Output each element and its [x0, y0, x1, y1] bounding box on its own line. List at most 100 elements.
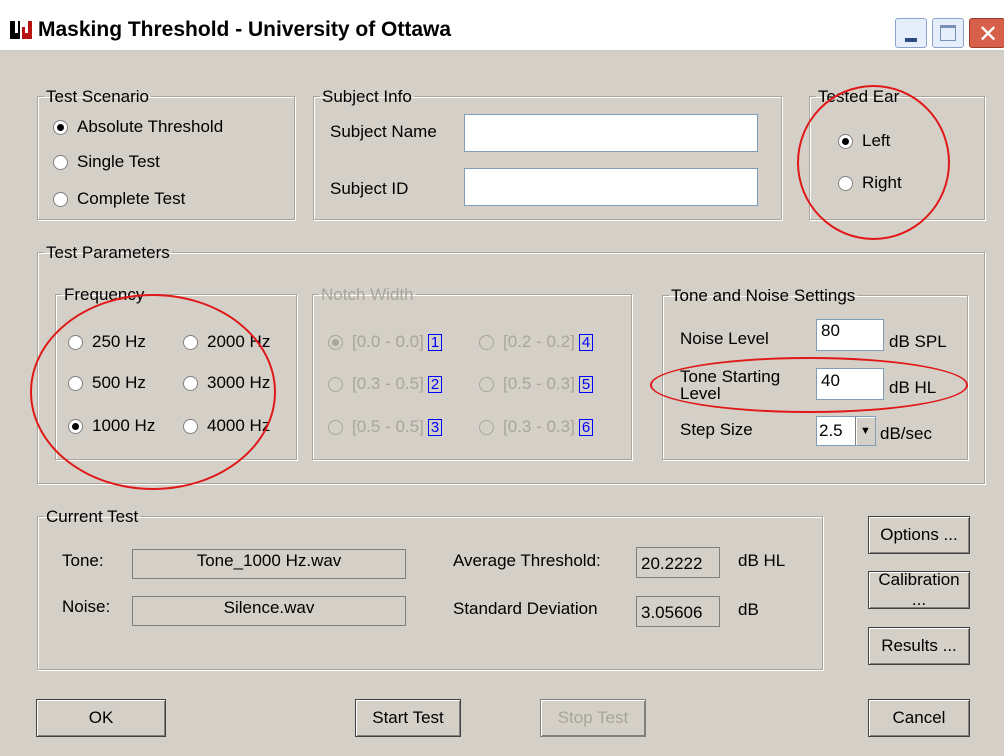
- radio-freq-250[interactable]: 250 Hz: [68, 332, 146, 352]
- radio-label: Right: [862, 173, 902, 192]
- average-threshold-value: 20.2222: [636, 547, 720, 578]
- title-bar[interactable]: Masking Threshold - University of Ottawa…: [0, 0, 1004, 51]
- standard-deviation-label: Standard Deviation: [453, 599, 598, 618]
- radio-notch-6[interactable]: [0.3 - 0.3] 6: [479, 417, 594, 437]
- average-threshold-unit: dB HL: [738, 551, 786, 570]
- radio-notch-5[interactable]: [0.5 - 0.3] 5: [479, 374, 594, 394]
- subject-info-legend: Subject Info: [322, 87, 412, 106]
- radio-dot: [68, 334, 83, 350]
- tone-file-display: Tone_1000 Hz.wav: [132, 549, 406, 579]
- radio-label: [0.3 - 0.5]: [352, 374, 424, 393]
- tone-start-label-line2: Level: [680, 384, 721, 403]
- radio-label: Left: [862, 131, 891, 150]
- radio-label: [0.0 - 0.0]: [352, 332, 424, 351]
- radio-label: [0.5 - 0.5]: [352, 417, 424, 436]
- step-size-unit: dB/sec: [880, 424, 932, 443]
- stop-test-button: Stop Test: [540, 699, 646, 737]
- tone-label: Tone:: [62, 551, 104, 570]
- noise-label: Noise:: [62, 597, 111, 616]
- radio-dot: [53, 119, 68, 135]
- close-icon: ✕: [978, 21, 999, 48]
- radio-dot: [328, 334, 343, 350]
- radio-notch-3[interactable]: [0.5 - 0.5] 3: [328, 417, 443, 437]
- noise-level-input[interactable]: 80: [816, 319, 884, 351]
- tone-start-unit: dB HL: [889, 378, 937, 397]
- step-size-select[interactable]: 2.5 ▼: [816, 416, 876, 446]
- radio-dot: [838, 133, 853, 149]
- radio-freq-4000[interactable]: 4000 Hz: [183, 416, 270, 436]
- radio-freq-2000[interactable]: 2000 Hz: [183, 332, 270, 352]
- radio-single-test[interactable]: Single Test: [53, 152, 160, 172]
- step-size-value: 2.5: [819, 421, 843, 440]
- close-button[interactable]: ✕: [969, 18, 1004, 48]
- radio-dot: [68, 375, 83, 391]
- tested-ear-group: Tested Ear: [809, 88, 985, 220]
- current-test-group: Current Test: [37, 508, 823, 670]
- tone-start-label: Tone Starting Level: [680, 368, 780, 402]
- tone-start-label-line1: Tone Starting: [680, 367, 781, 386]
- subject-name-label: Subject Name: [330, 122, 437, 141]
- notch-number-badge: 1: [427, 333, 443, 351]
- radio-dot: [838, 175, 853, 191]
- average-threshold-label: Average Threshold:: [453, 551, 601, 570]
- uottawa-logo-icon: [9, 19, 33, 41]
- radio-notch-2[interactable]: [0.3 - 0.5] 2: [328, 374, 443, 394]
- radio-label: 500 Hz: [92, 373, 146, 392]
- window-title: Masking Threshold - University of Ottawa: [38, 18, 452, 41]
- minimize-icon: [905, 38, 917, 42]
- maximize-icon: [940, 25, 956, 41]
- noise-level-unit: dB SPL: [889, 332, 947, 351]
- chevron-down-icon[interactable]: ▼: [855, 417, 875, 445]
- start-test-button[interactable]: Start Test: [355, 699, 461, 737]
- radio-dot: [479, 419, 494, 435]
- radio-notch-4[interactable]: [0.2 - 0.2] 4: [479, 332, 594, 352]
- maximize-button[interactable]: [932, 18, 964, 48]
- radio-ear-right[interactable]: Right: [838, 173, 902, 193]
- radio-freq-1000[interactable]: 1000 Hz: [68, 416, 155, 436]
- radio-dot: [68, 418, 83, 434]
- notch-number-badge: 3: [427, 418, 443, 436]
- radio-label: [0.5 - 0.3]: [503, 374, 575, 393]
- radio-freq-500[interactable]: 500 Hz: [68, 373, 146, 393]
- calibration-button[interactable]: Calibration ...: [868, 570, 970, 609]
- test-scenario-legend: Test Scenario: [46, 87, 149, 106]
- radio-absolute-threshold[interactable]: Absolute Threshold: [53, 117, 223, 137]
- tone-noise-legend: Tone and Noise Settings: [671, 286, 856, 305]
- radio-label: 2000 Hz: [207, 332, 271, 351]
- tone-start-input[interactable]: 40: [816, 368, 884, 400]
- radio-freq-3000[interactable]: 3000 Hz: [183, 373, 270, 393]
- radio-dot: [183, 418, 198, 434]
- radio-label: 1000 Hz: [92, 416, 156, 435]
- current-test-legend: Current Test: [46, 507, 139, 526]
- options-button[interactable]: Options ...: [868, 516, 970, 554]
- radio-dot: [479, 376, 494, 392]
- subject-name-input[interactable]: [464, 114, 758, 152]
- radio-ear-left[interactable]: Left: [838, 131, 890, 151]
- notch-width-legend: Notch Width: [321, 285, 414, 304]
- radio-label: Absolute Threshold: [77, 117, 224, 136]
- notch-number-badge: 6: [578, 418, 594, 436]
- minimize-button[interactable]: [895, 18, 927, 48]
- radio-complete-test[interactable]: Complete Test: [53, 189, 185, 209]
- frequency-legend: Frequency: [64, 285, 145, 304]
- results-button[interactable]: Results ...: [868, 627, 970, 665]
- radio-label: [0.3 - 0.3]: [503, 417, 575, 436]
- subject-id-label: Subject ID: [330, 179, 409, 198]
- radio-dot: [328, 419, 343, 435]
- radio-dot: [53, 154, 68, 170]
- noise-level-label: Noise Level: [680, 329, 769, 348]
- subject-id-input[interactable]: [464, 168, 758, 206]
- radio-label: 4000 Hz: [207, 416, 271, 435]
- radio-label: 250 Hz: [92, 332, 146, 351]
- radio-label: [0.2 - 0.2]: [503, 332, 575, 351]
- ok-button[interactable]: OK: [36, 699, 166, 737]
- radio-label: Single Test: [77, 152, 160, 171]
- radio-label: Complete Test: [77, 189, 186, 208]
- radio-dot: [328, 376, 343, 392]
- cancel-button[interactable]: Cancel: [868, 699, 970, 737]
- notch-number-badge: 4: [578, 333, 594, 351]
- standard-deviation-value: 3.05606: [636, 596, 720, 627]
- notch-number-badge: 2: [427, 375, 443, 393]
- radio-dot: [183, 334, 198, 350]
- radio-notch-1[interactable]: [0.0 - 0.0] 1: [328, 332, 443, 352]
